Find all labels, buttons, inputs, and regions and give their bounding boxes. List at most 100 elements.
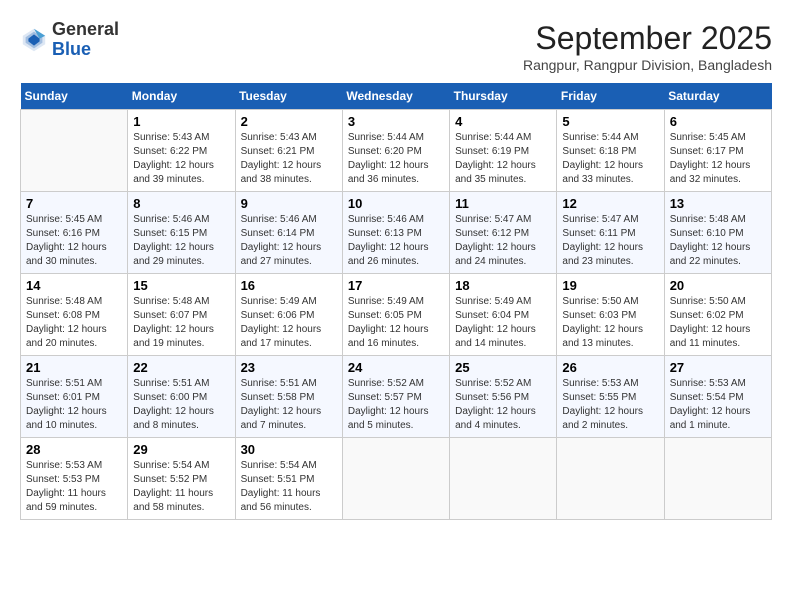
calendar-cell: 1 Sunrise: 5:43 AM Sunset: 6:22 PM Daylig… bbox=[128, 110, 235, 192]
day-info: Sunrise: 5:51 AM Sunset: 6:01 PM Dayligh… bbox=[26, 377, 122, 433]
day-number: 17 bbox=[348, 278, 444, 293]
day-info: Sunrise: 5:49 AM Sunset: 6:04 PM Dayligh… bbox=[455, 295, 551, 351]
day-info: Sunrise: 5:44 AM Sunset: 6:20 PM Dayligh… bbox=[348, 131, 444, 187]
day-info: Sunrise: 5:53 AM Sunset: 5:54 PM Dayligh… bbox=[670, 377, 766, 433]
calendar-cell: 28Sunrise: 5:53 AM Sunset: 5:53 PM Dayli… bbox=[21, 438, 128, 520]
day-number: 23 bbox=[241, 360, 337, 375]
calendar-cell: 27 Sunrise: 5:53 AM Sunset: 5:54 PM Dayli… bbox=[664, 356, 771, 438]
calendar-week-row: 14 Sunrise: 5:48 AM Sunset: 6:08 PM Dayli… bbox=[21, 274, 772, 356]
calendar-cell: 30 Sunrise: 5:54 AM Sunset: 5:51 PM Dayli… bbox=[235, 438, 342, 520]
calendar-cell: 7 Sunrise: 5:45 AM Sunset: 6:16 PM Daylig… bbox=[21, 192, 128, 274]
calendar-cell: 16 Sunrise: 5:49 AM Sunset: 6:06 PM Dayli… bbox=[235, 274, 342, 356]
calendar-week-row: 28Sunrise: 5:53 AM Sunset: 5:53 PM Dayli… bbox=[21, 438, 772, 520]
weekday-header: Thursday bbox=[450, 83, 557, 110]
weekday-header: Friday bbox=[557, 83, 664, 110]
day-number: 18 bbox=[455, 278, 551, 293]
logo-icon bbox=[20, 26, 48, 54]
calendar-cell: 13Sunrise: 5:48 AM Sunset: 6:10 PM Dayli… bbox=[664, 192, 771, 274]
day-number: 29 bbox=[133, 442, 229, 457]
calendar-cell: 20 Sunrise: 5:50 AM Sunset: 6:02 PM Dayli… bbox=[664, 274, 771, 356]
calendar-cell bbox=[664, 438, 771, 520]
calendar-cell: 8 Sunrise: 5:46 AM Sunset: 6:15 PM Daylig… bbox=[128, 192, 235, 274]
day-number: 11 bbox=[455, 196, 551, 211]
day-number: 1 bbox=[133, 114, 229, 129]
day-info: Sunrise: 5:43 AM Sunset: 6:22 PM Dayligh… bbox=[133, 131, 229, 187]
day-info: Sunrise: 5:47 AM Sunset: 6:11 PM Dayligh… bbox=[562, 213, 658, 269]
day-info: Sunrise: 5:53 AM Sunset: 5:55 PM Dayligh… bbox=[562, 377, 658, 433]
day-info: Sunrise: 5:49 AM Sunset: 6:06 PM Dayligh… bbox=[241, 295, 337, 351]
weekday-header: Monday bbox=[128, 83, 235, 110]
day-number: 4 bbox=[455, 114, 551, 129]
day-info: Sunrise: 5:50 AM Sunset: 6:03 PM Dayligh… bbox=[562, 295, 658, 351]
day-info: Sunrise: 5:51 AM Sunset: 5:58 PM Dayligh… bbox=[241, 377, 337, 433]
day-info: Sunrise: 5:52 AM Sunset: 5:57 PM Dayligh… bbox=[348, 377, 444, 433]
day-number: 20 bbox=[670, 278, 766, 293]
day-info: Sunrise: 5:54 AM Sunset: 5:52 PM Dayligh… bbox=[133, 459, 229, 515]
location: Rangpur, Rangpur Division, Bangladesh bbox=[523, 57, 772, 73]
calendar-cell: 5 Sunrise: 5:44 AM Sunset: 6:18 PM Daylig… bbox=[557, 110, 664, 192]
weekday-header: Wednesday bbox=[342, 83, 449, 110]
day-number: 5 bbox=[562, 114, 658, 129]
day-info: Sunrise: 5:44 AM Sunset: 6:19 PM Dayligh… bbox=[455, 131, 551, 187]
calendar-cell: 26 Sunrise: 5:53 AM Sunset: 5:55 PM Dayli… bbox=[557, 356, 664, 438]
day-info: Sunrise: 5:43 AM Sunset: 6:21 PM Dayligh… bbox=[241, 131, 337, 187]
day-number: 27 bbox=[670, 360, 766, 375]
day-info: Sunrise: 5:50 AM Sunset: 6:02 PM Dayligh… bbox=[670, 295, 766, 351]
day-info: Sunrise: 5:53 AM Sunset: 5:53 PM Dayligh… bbox=[26, 459, 122, 515]
day-info: Sunrise: 5:54 AM Sunset: 5:51 PM Dayligh… bbox=[241, 459, 337, 515]
calendar-cell: 2 Sunrise: 5:43 AM Sunset: 6:21 PM Daylig… bbox=[235, 110, 342, 192]
day-info: Sunrise: 5:46 AM Sunset: 6:15 PM Dayligh… bbox=[133, 213, 229, 269]
calendar-cell bbox=[450, 438, 557, 520]
weekday-header-row: SundayMondayTuesdayWednesdayThursdayFrid… bbox=[21, 83, 772, 110]
calendar-cell bbox=[21, 110, 128, 192]
day-number: 7 bbox=[26, 196, 122, 211]
month-title: September 2025 bbox=[523, 20, 772, 57]
calendar-cell: 4 Sunrise: 5:44 AM Sunset: 6:19 PM Daylig… bbox=[450, 110, 557, 192]
calendar-week-row: 1 Sunrise: 5:43 AM Sunset: 6:22 PM Daylig… bbox=[21, 110, 772, 192]
day-number: 10 bbox=[348, 196, 444, 211]
logo: General Blue bbox=[20, 20, 119, 60]
weekday-header: Tuesday bbox=[235, 83, 342, 110]
logo-text: General Blue bbox=[52, 20, 119, 60]
day-info: Sunrise: 5:44 AM Sunset: 6:18 PM Dayligh… bbox=[562, 131, 658, 187]
day-info: Sunrise: 5:46 AM Sunset: 6:14 PM Dayligh… bbox=[241, 213, 337, 269]
calendar-cell: 21Sunrise: 5:51 AM Sunset: 6:01 PM Dayli… bbox=[21, 356, 128, 438]
day-number: 19 bbox=[562, 278, 658, 293]
calendar-cell: 22Sunrise: 5:51 AM Sunset: 6:00 PM Dayli… bbox=[128, 356, 235, 438]
day-number: 14 bbox=[26, 278, 122, 293]
day-number: 2 bbox=[241, 114, 337, 129]
day-info: Sunrise: 5:45 AM Sunset: 6:17 PM Dayligh… bbox=[670, 131, 766, 187]
calendar-cell: 10 Sunrise: 5:46 AM Sunset: 6:13 PM Dayli… bbox=[342, 192, 449, 274]
day-info: Sunrise: 5:48 AM Sunset: 6:07 PM Dayligh… bbox=[133, 295, 229, 351]
weekday-header: Sunday bbox=[21, 83, 128, 110]
calendar-cell: 25Sunrise: 5:52 AM Sunset: 5:56 PM Dayli… bbox=[450, 356, 557, 438]
day-number: 30 bbox=[241, 442, 337, 457]
day-number: 13 bbox=[670, 196, 766, 211]
calendar-cell: 14 Sunrise: 5:48 AM Sunset: 6:08 PM Dayli… bbox=[21, 274, 128, 356]
calendar-cell: 3 Sunrise: 5:44 AM Sunset: 6:20 PM Daylig… bbox=[342, 110, 449, 192]
day-number: 3 bbox=[348, 114, 444, 129]
day-info: Sunrise: 5:45 AM Sunset: 6:16 PM Dayligh… bbox=[26, 213, 122, 269]
day-number: 8 bbox=[133, 196, 229, 211]
day-number: 9 bbox=[241, 196, 337, 211]
title-block: September 2025 Rangpur, Rangpur Division… bbox=[523, 20, 772, 73]
weekday-header: Saturday bbox=[664, 83, 771, 110]
day-number: 22 bbox=[133, 360, 229, 375]
calendar-week-row: 21Sunrise: 5:51 AM Sunset: 6:01 PM Dayli… bbox=[21, 356, 772, 438]
day-info: Sunrise: 5:48 AM Sunset: 6:08 PM Dayligh… bbox=[26, 295, 122, 351]
day-info: Sunrise: 5:46 AM Sunset: 6:13 PM Dayligh… bbox=[348, 213, 444, 269]
day-number: 15 bbox=[133, 278, 229, 293]
calendar-cell: 17 Sunrise: 5:49 AM Sunset: 6:05 PM Dayli… bbox=[342, 274, 449, 356]
calendar-cell: 19 Sunrise: 5:50 AM Sunset: 6:03 PM Dayli… bbox=[557, 274, 664, 356]
day-number: 6 bbox=[670, 114, 766, 129]
calendar-cell: 15 Sunrise: 5:48 AM Sunset: 6:07 PM Dayli… bbox=[128, 274, 235, 356]
day-number: 16 bbox=[241, 278, 337, 293]
day-number: 12 bbox=[562, 196, 658, 211]
calendar-cell: 12 Sunrise: 5:47 AM Sunset: 6:11 PM Dayli… bbox=[557, 192, 664, 274]
day-info: Sunrise: 5:49 AM Sunset: 6:05 PM Dayligh… bbox=[348, 295, 444, 351]
day-number: 26 bbox=[562, 360, 658, 375]
page-header: General Blue September 2025 Rangpur, Ran… bbox=[20, 20, 772, 73]
calendar-cell: 6 Sunrise: 5:45 AM Sunset: 6:17 PM Daylig… bbox=[664, 110, 771, 192]
calendar-cell bbox=[342, 438, 449, 520]
day-info: Sunrise: 5:52 AM Sunset: 5:56 PM Dayligh… bbox=[455, 377, 551, 433]
